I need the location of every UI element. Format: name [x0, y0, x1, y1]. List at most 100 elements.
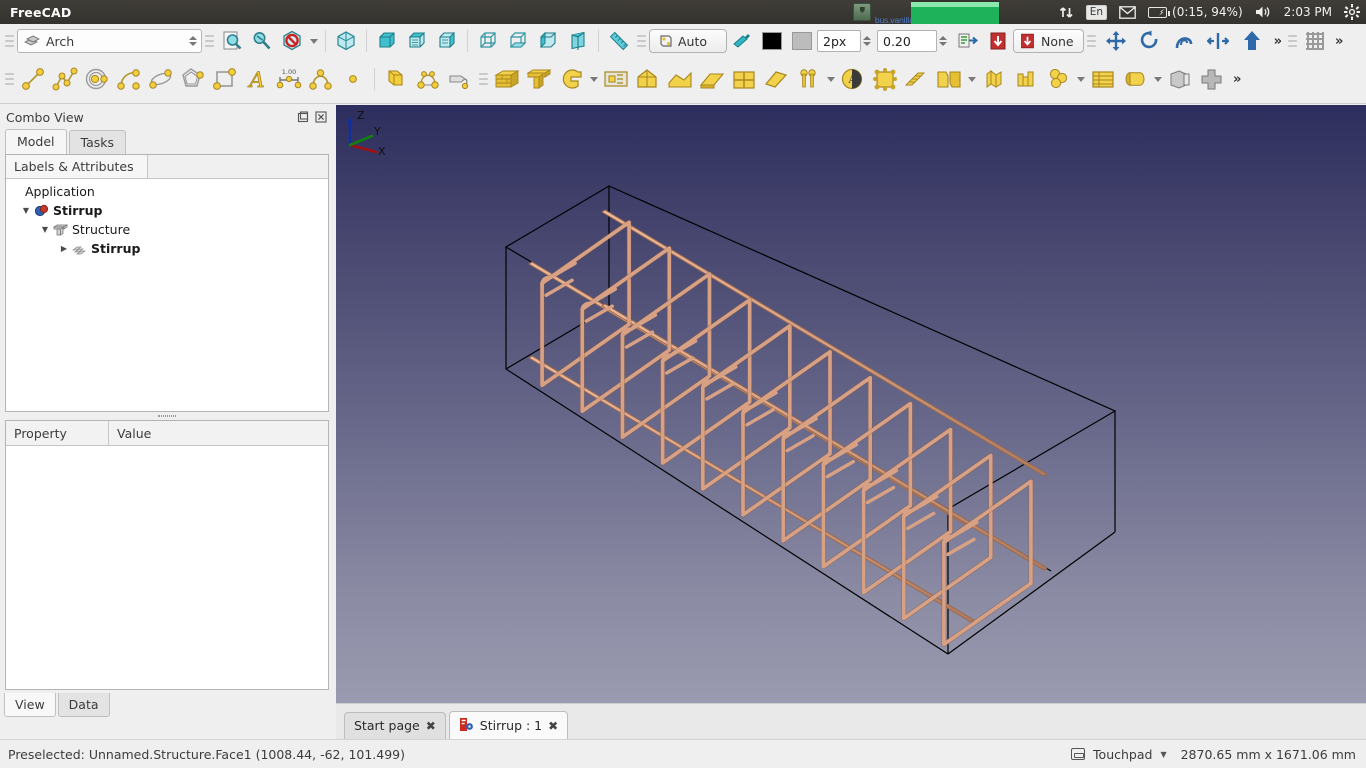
- download-indicator-icon[interactable]: [849, 0, 875, 24]
- arch-material-icon[interactable]: [933, 62, 965, 96]
- face-color-swatch[interactable]: [787, 27, 817, 55]
- toolbar-overflow-1[interactable]: »: [1269, 34, 1285, 49]
- tree-item-document-stirrup[interactable]: ▼ Stirrup: [9, 201, 328, 220]
- toolbar-overflow-2[interactable]: »: [1330, 34, 1346, 49]
- notification-widget[interactable]: bus.vanilla.ubu...: [875, 0, 937, 25]
- sync-up-down-icon[interactable]: [1053, 0, 1080, 24]
- line-width-spinner[interactable]: [861, 31, 873, 51]
- tab-data[interactable]: Data: [57, 693, 110, 717]
- working-plane-button[interactable]: None: [1013, 29, 1084, 53]
- arch-rebar-dropdown-icon[interactable]: [1074, 65, 1087, 93]
- tree-item-stirrup-rebar[interactable]: ▶ Stirrup: [9, 239, 328, 258]
- draft-facebinder-icon[interactable]: [412, 62, 444, 96]
- measure-icon[interactable]: [604, 27, 634, 55]
- arch-frame-dropdown-icon[interactable]: [824, 65, 837, 93]
- draft-arc-icon[interactable]: [113, 62, 145, 96]
- arch-stairs-icon[interactable]: [901, 62, 933, 96]
- toolbar-overflow-3[interactable]: »: [1228, 72, 1244, 87]
- perspective-view-icon[interactable]: [563, 27, 593, 55]
- arch-window-icon[interactable]: [728, 62, 760, 96]
- arch-curtainwall-icon[interactable]: [555, 62, 587, 96]
- isometric-view-icon[interactable]: [331, 27, 361, 55]
- tree-arrow-expanded[interactable]: ▼: [38, 225, 52, 234]
- draft-point-icon[interactable]: [337, 62, 369, 96]
- doc-tab-start-page[interactable]: Start page ✖: [344, 711, 446, 740]
- value-column-header[interactable]: Value: [109, 421, 159, 445]
- toolbar-grip[interactable]: [5, 32, 14, 50]
- envelope-icon[interactable]: [1113, 0, 1142, 24]
- model-tree[interactable]: Application ▼ Stirrup ▼ Structure ▶ Stir…: [6, 179, 328, 411]
- bottom-view-icon[interactable]: [503, 27, 533, 55]
- arch-frame-icon[interactable]: [792, 62, 824, 96]
- panel-splitter[interactable]: [0, 412, 334, 420]
- navigation-style-dropdown-icon[interactable]: ▼: [1160, 750, 1166, 759]
- arch-add-icon[interactable]: [1196, 62, 1228, 96]
- app-menu-title[interactable]: FreeCAD: [10, 5, 71, 20]
- line-width-field[interactable]: 2px: [817, 30, 861, 52]
- tab-view[interactable]: View: [4, 693, 56, 717]
- rotate-icon[interactable]: [1133, 27, 1167, 55]
- arch-floor-icon[interactable]: [600, 62, 632, 96]
- arch-2d-view-icon[interactable]: [1164, 62, 1196, 96]
- arch-wall-icon[interactable]: [491, 62, 523, 96]
- tree-arrow-collapsed[interactable]: ▶: [57, 244, 71, 253]
- draft-ellipse-icon[interactable]: [145, 62, 177, 96]
- tree-item-structure[interactable]: ▼ Structure: [9, 220, 328, 239]
- tab-tasks[interactable]: Tasks: [68, 130, 127, 154]
- draft-text-icon[interactable]: A: [241, 62, 273, 96]
- toolbar-grip-draft[interactable]: [5, 70, 14, 88]
- draft-bezcurve-icon[interactable]: [444, 62, 476, 96]
- arch-space-icon[interactable]: [869, 62, 901, 96]
- arch-survey-icon[interactable]: [1087, 62, 1119, 96]
- tree-item-application[interactable]: Application: [9, 182, 328, 201]
- arch-schedule-icon[interactable]: [978, 62, 1010, 96]
- close-icon[interactable]: [314, 110, 328, 124]
- toolbar-grip-arch[interactable]: [479, 70, 488, 88]
- battery-indicator[interactable]: (0:15, 94%): [1142, 0, 1249, 24]
- front-view-icon[interactable]: [372, 27, 402, 55]
- working-plane-icon-btn[interactable]: [983, 27, 1013, 55]
- apply-style-icon[interactable]: [953, 27, 983, 55]
- arch-building-icon[interactable]: [632, 62, 664, 96]
- doc-tab-stirrup[interactable]: Stirrup : 1 ✖: [448, 710, 569, 741]
- draft-wire-icon[interactable]: [49, 62, 81, 96]
- arch-structure-icon[interactable]: [523, 62, 555, 96]
- toolbar-grip-snap[interactable]: [637, 32, 646, 50]
- clock-indicator[interactable]: 2:03 PM: [1278, 0, 1338, 24]
- draft-polygon-icon[interactable]: [177, 62, 209, 96]
- move-icon[interactable]: [1099, 27, 1133, 55]
- arch-curtainwall-dropdown-icon[interactable]: [587, 65, 600, 93]
- right-view-icon[interactable]: [432, 27, 462, 55]
- arch-site-icon[interactable]: [664, 62, 696, 96]
- toolbar-grip-grid[interactable]: [1288, 32, 1298, 50]
- arch-section-plane-icon[interactable]: [1119, 62, 1151, 96]
- draft-rectangle-icon[interactable]: [209, 62, 241, 96]
- fit-all-icon[interactable]: [217, 27, 247, 55]
- draw-style-dropdown-icon[interactable]: [307, 27, 320, 55]
- upgrade-icon[interactable]: [1235, 27, 1269, 55]
- toolbar-grip-view[interactable]: [205, 32, 214, 50]
- tab-model[interactable]: Model: [5, 129, 67, 154]
- offset-icon[interactable]: [1167, 27, 1201, 55]
- undock-icon[interactable]: [296, 110, 310, 124]
- doc-tab-close-icon[interactable]: ✖: [548, 719, 558, 733]
- draft-circle-icon[interactable]: [81, 62, 113, 96]
- arch-material-dropdown-icon[interactable]: [965, 65, 978, 93]
- arch-roof-icon[interactable]: [696, 62, 728, 96]
- draft-line-icon[interactable]: [17, 62, 49, 96]
- font-size-spinner[interactable]: [937, 31, 949, 51]
- arch-section-dropdown-icon[interactable]: [1151, 65, 1164, 93]
- top-view-icon[interactable]: [402, 27, 432, 55]
- font-size-field[interactable]: 0.20: [877, 30, 937, 52]
- doc-tab-close-icon[interactable]: ✖: [426, 719, 436, 733]
- left-view-icon[interactable]: [533, 27, 563, 55]
- line-color-swatch[interactable]: [757, 27, 787, 55]
- toggle-grid-icon[interactable]: [1300, 27, 1330, 55]
- volume-icon[interactable]: [1249, 0, 1278, 24]
- keyboard-layout-indicator[interactable]: En: [1080, 0, 1113, 24]
- property-rows[interactable]: [6, 446, 328, 689]
- tree-header-labels[interactable]: Labels & Attributes: [6, 155, 148, 178]
- arch-pipe-icon[interactable]: A: [837, 62, 869, 96]
- line-color-icon[interactable]: [727, 27, 757, 55]
- arch-component-icon[interactable]: [1010, 62, 1042, 96]
